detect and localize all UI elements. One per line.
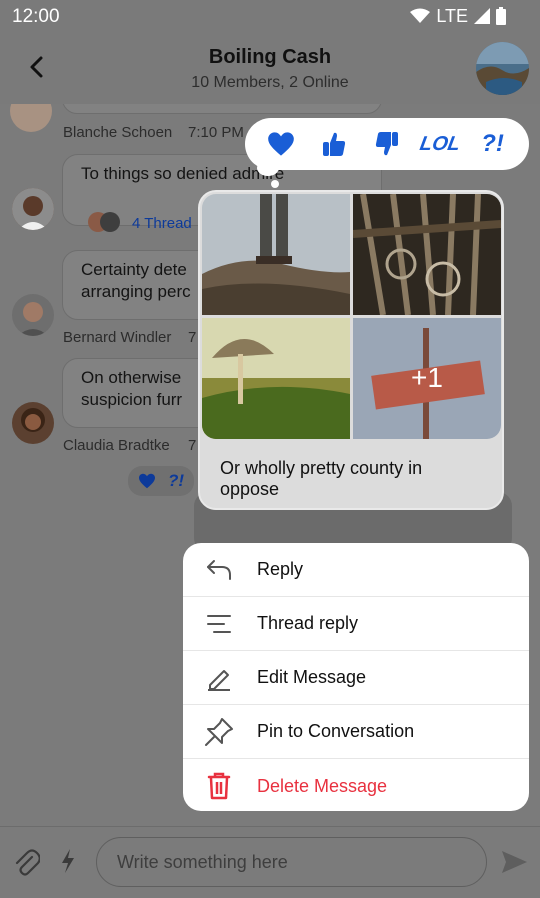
wut-icon: ?! <box>481 130 504 157</box>
gallery-image[interactable] <box>353 194 501 315</box>
thread-link[interactable]: 4 Thread <box>132 215 192 232</box>
lol-icon: LOL <box>417 132 462 155</box>
thread-icon <box>203 608 235 640</box>
menu-item-label: Thread reply <box>257 613 359 633</box>
thread-avatars <box>88 212 120 232</box>
thumbs-down-reaction[interactable] <box>365 122 409 166</box>
message-input[interactable]: Write something here <box>96 837 487 887</box>
heart-icon <box>139 473 155 489</box>
menu-item-label: Reply <box>257 559 304 579</box>
lol-reaction[interactable]: LOL <box>418 122 462 166</box>
channel-header: Boiling Cash 10 Members, 2 Online <box>0 32 540 104</box>
message-bubble[interactable] <box>62 104 382 114</box>
message-author: Bernard Windler <box>63 329 172 346</box>
avatar[interactable] <box>12 188 54 230</box>
thread-reply-menu-item[interactable]: Thread reply <box>183 597 529 651</box>
message-time: 7 <box>188 437 197 454</box>
message-reactions[interactable]: ?! <box>128 466 195 496</box>
edit-icon <box>203 662 235 694</box>
avatar[interactable] <box>12 294 54 336</box>
avatar[interactable] <box>12 402 54 444</box>
channel-subtitle: 10 Members, 2 Online <box>191 74 349 91</box>
status-bar: 12:00 LTE <box>0 0 540 32</box>
battery-icon <box>496 7 506 25</box>
reaction-bar-tail-dot <box>271 180 279 188</box>
signal-icon <box>474 8 490 24</box>
channel-avatar[interactable] <box>476 42 529 95</box>
message-time: 7:10 PM <box>188 124 244 141</box>
thumbs-up-reaction[interactable] <box>312 122 356 166</box>
heart-icon <box>268 132 295 156</box>
commands-button[interactable] <box>60 849 76 878</box>
gallery-image[interactable]: +1 <box>353 318 501 439</box>
image-gallery[interactable]: +1 <box>202 194 502 440</box>
menu-item-label: Edit Message <box>257 667 367 687</box>
trash-icon <box>203 770 235 802</box>
avatar[interactable] <box>10 104 52 132</box>
message-time: 7 <box>188 329 197 346</box>
wut-icon: ?! <box>168 471 185 490</box>
lightning-icon <box>62 849 74 873</box>
message-text: To things so denied admire <box>81 164 285 183</box>
gallery-image[interactable] <box>202 194 350 315</box>
status-time: 12:00 <box>12 6 60 27</box>
message-input-placeholder: Write something here <box>117 851 288 872</box>
heart-reaction[interactable] <box>259 122 303 166</box>
delete-message-menu-item[interactable]: Delete Message <box>183 759 529 811</box>
reply-icon <box>203 554 235 586</box>
message-author: Claudia Bradtke <box>63 437 170 454</box>
reaction-picker: LOL ?! <box>245 118 529 170</box>
send-icon <box>502 851 527 873</box>
gallery-image[interactable] <box>202 318 350 439</box>
thumbs-up-icon <box>323 132 346 156</box>
pin-menu-item[interactable]: Pin to Conversation <box>183 705 529 759</box>
wifi-icon <box>410 8 431 23</box>
message-actions-menu: Reply Thread reply Edit Message Pin to C… <box>183 543 529 811</box>
attach-button[interactable] <box>14 849 41 882</box>
thumbs-down-icon <box>375 132 398 156</box>
reply-menu-item[interactable]: Reply <box>183 543 529 597</box>
more-images-count: +1 <box>411 362 443 393</box>
channel-image <box>476 42 529 95</box>
pin-icon <box>203 716 235 748</box>
menu-item-label: Delete Message <box>257 775 388 796</box>
channel-title: Boiling Cash <box>208 46 332 68</box>
message-text: Or wholly pretty county in oppose <box>220 458 423 499</box>
edit-message-menu-item[interactable]: Edit Message <box>183 651 529 705</box>
wut-reaction[interactable]: ?! <box>471 122 515 166</box>
network-label: LTE <box>436 5 468 26</box>
paperclip-icon <box>15 849 41 876</box>
message-composer: Write something here <box>0 826 540 898</box>
status-icons: LTE <box>410 5 506 26</box>
message-author: Blanche Schoen <box>63 124 173 141</box>
selected-message[interactable]: +1 Or wholly pretty county in oppose <box>198 190 504 510</box>
send-button[interactable] <box>500 849 528 880</box>
menu-item-label: Pin to Conversation <box>257 721 415 741</box>
